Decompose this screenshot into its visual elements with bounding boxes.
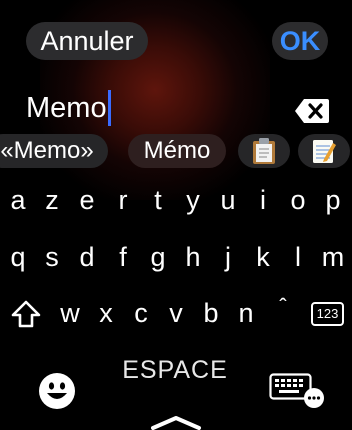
shift-icon[interactable]	[11, 300, 41, 328]
suggestion-notes[interactable]	[298, 134, 350, 168]
key-j[interactable]: j	[216, 240, 240, 274]
key-x[interactable]: x	[94, 296, 118, 330]
notes-icon	[313, 140, 336, 163]
keyboard-more-icon[interactable]	[269, 373, 325, 409]
key-c[interactable]: c	[129, 296, 153, 330]
key-k[interactable]: k	[251, 240, 275, 274]
key-t[interactable]: t	[146, 183, 170, 217]
delete-backspace-icon[interactable]	[294, 98, 330, 124]
suggestion-clipboard[interactable]	[238, 134, 290, 168]
ok-button[interactable]: OK	[272, 22, 328, 60]
key-f[interactable]: f	[111, 240, 135, 274]
key-l[interactable]: l	[286, 240, 310, 274]
text-cursor	[107, 90, 111, 126]
emoji-icon[interactable]	[38, 372, 76, 410]
key-h[interactable]: h	[181, 240, 205, 274]
key-z[interactable]: z	[40, 183, 64, 217]
text-input[interactable]: Memo	[26, 88, 111, 128]
key-m[interactable]: m	[321, 240, 345, 274]
key-b[interactable]: b	[199, 296, 223, 330]
chevron-up-icon[interactable]	[150, 414, 202, 430]
key-n[interactable]: n	[234, 296, 258, 330]
suggestion-accented[interactable]: Mémo	[128, 134, 226, 168]
suggestion-quoted[interactable]: «Memo»	[0, 134, 108, 168]
space-key[interactable]: ESPACE	[100, 356, 250, 385]
key-p[interactable]: p	[321, 183, 345, 217]
clipboard-icon	[253, 138, 275, 164]
key-a[interactable]: a	[6, 183, 30, 217]
key-circumflex[interactable]: ˆ	[271, 290, 295, 324]
key-g[interactable]: g	[146, 240, 170, 274]
key-s[interactable]: s	[40, 240, 64, 274]
key-i[interactable]: i	[251, 183, 275, 217]
key-w[interactable]: w	[58, 296, 82, 330]
key-d[interactable]: d	[75, 240, 99, 274]
key-o[interactable]: o	[286, 183, 310, 217]
numbers-key[interactable]: 123	[311, 302, 344, 326]
key-q[interactable]: q	[6, 240, 30, 274]
key-u[interactable]: u	[216, 183, 240, 217]
key-e[interactable]: e	[75, 183, 99, 217]
key-r[interactable]: r	[111, 183, 135, 217]
key-v[interactable]: v	[164, 296, 188, 330]
input-value: Memo	[26, 91, 107, 124]
key-y[interactable]: y	[181, 183, 205, 217]
cancel-button[interactable]: Annuler	[26, 22, 148, 60]
